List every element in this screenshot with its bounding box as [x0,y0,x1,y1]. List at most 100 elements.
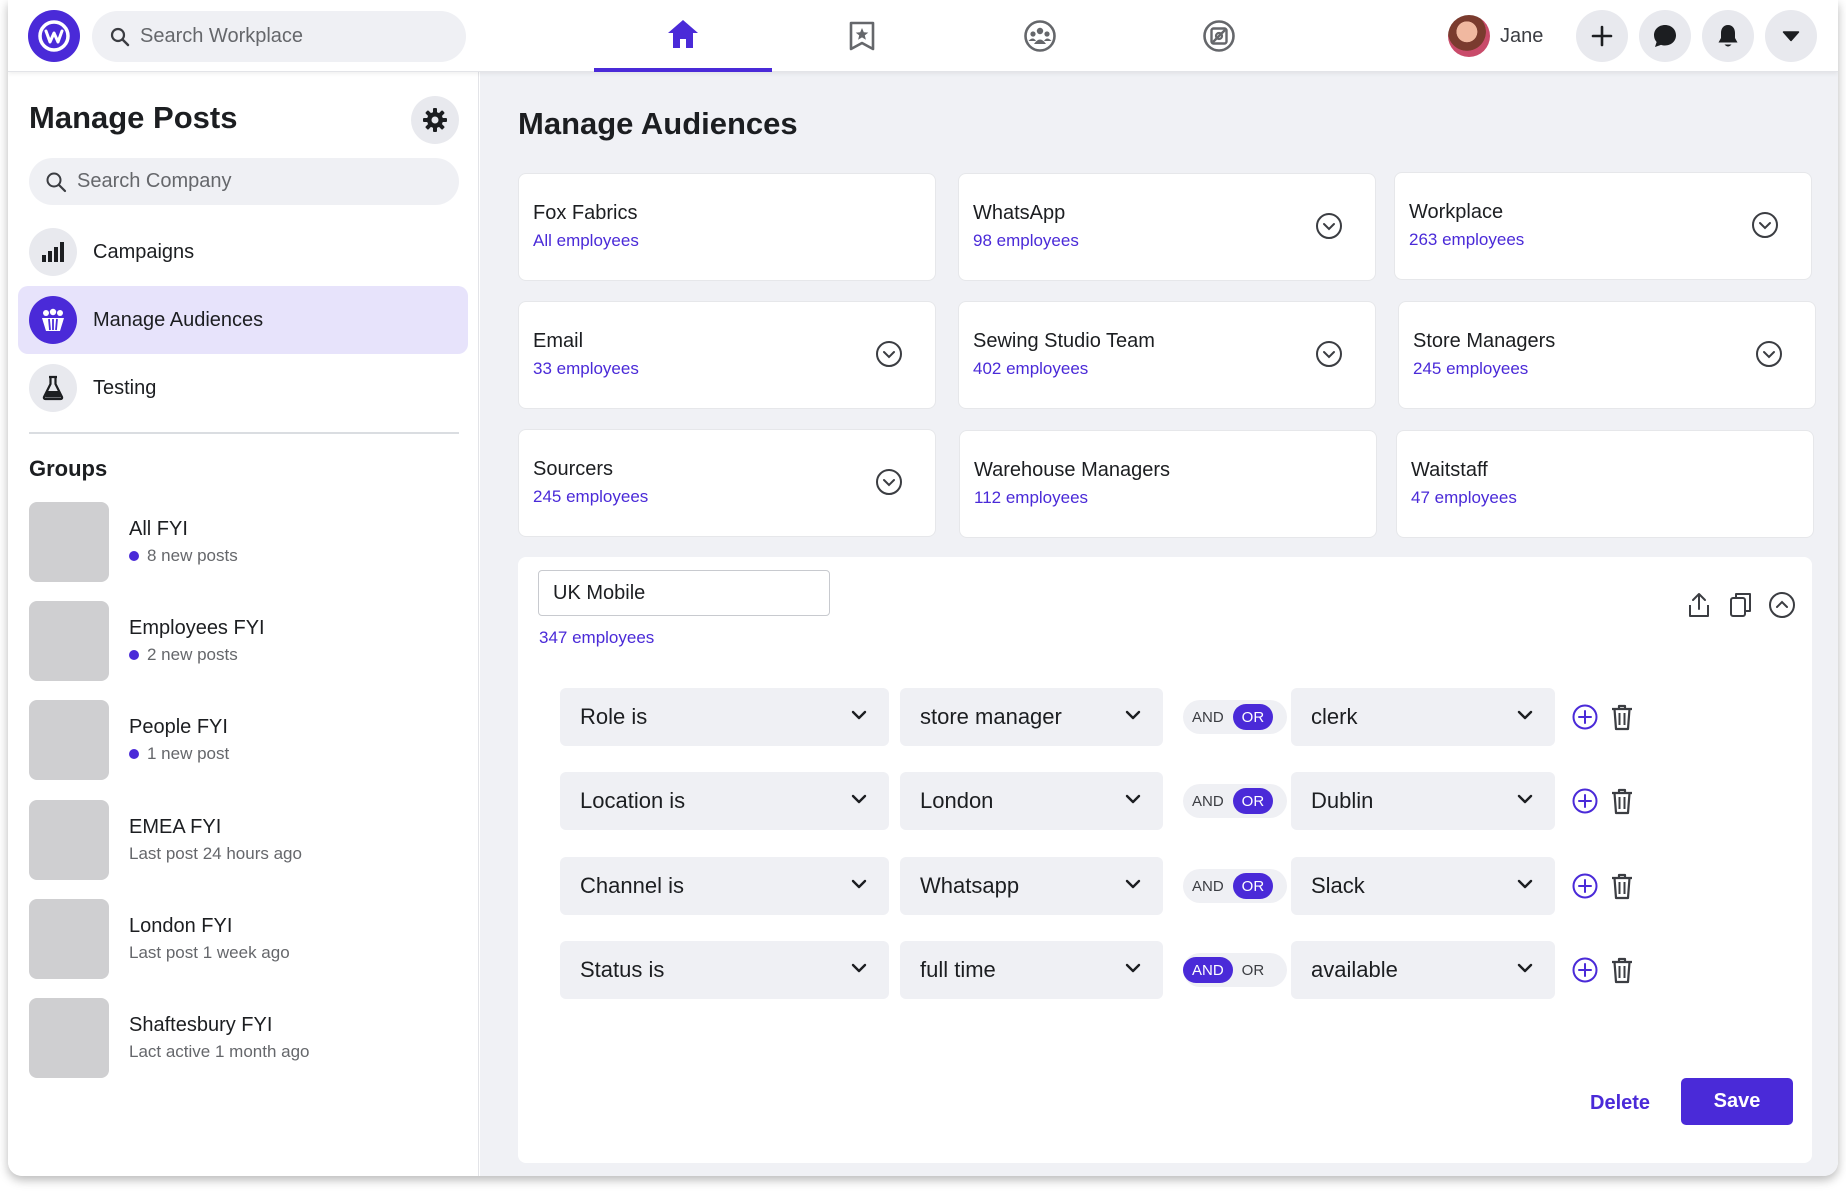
rule-row: Channel is Whatsapp AND OR Slack [560,857,1660,915]
account-menu-button[interactable] [1765,10,1817,62]
tab-bookmarks[interactable] [773,0,951,72]
chat-button[interactable] [1639,10,1691,62]
add-condition-icon[interactable] [1572,704,1598,730]
group-status: Last post 1 week ago [129,943,290,962]
rule-value-select[interactable]: Slack [1291,857,1555,915]
or-option[interactable]: OR [1232,788,1274,814]
audience-card-email[interactable]: Email 33 employees [518,301,936,409]
expand-chevron-icon[interactable] [875,340,903,368]
save-button[interactable]: Save [1681,1078,1793,1125]
and-option[interactable]: AND [1183,704,1233,730]
new-post-dot-icon [129,650,139,660]
new-post-dot-icon [129,551,139,561]
audience-card-whatsapp[interactable]: WhatsApp 98 employees [958,173,1376,281]
page-title: Manage Audiences [518,106,798,141]
group-thumbnail [29,700,109,780]
flask-icon [29,364,77,412]
workplace-logo-icon[interactable] [28,10,80,62]
sidebar-item-testing[interactable]: Testing [18,354,468,422]
select-value: Role is [580,704,648,729]
add-condition-icon[interactable] [1572,957,1598,983]
workplace-search-input[interactable]: Search Workplace [92,11,466,62]
group-name: All FYI [129,518,188,540]
group-status: 2 new posts [147,645,238,664]
tab-groups[interactable] [951,0,1129,72]
trash-icon[interactable] [1610,787,1634,815]
delete-button[interactable]: Delete [1590,1092,1650,1115]
audience-count: 112 employees [974,488,1089,507]
tab-home[interactable] [594,0,772,72]
expand-chevron-icon[interactable] [1755,340,1783,368]
audience-name-input[interactable]: UK Mobile [538,570,830,616]
rule-value-select[interactable]: store manager [900,688,1163,746]
expand-chevron-icon[interactable] [1751,211,1779,239]
rule-value-select[interactable]: Dublin [1291,772,1555,830]
expand-chevron-icon[interactable] [875,468,903,496]
audience-card-fox-fabrics[interactable]: Fox Fabrics All employees [518,173,936,281]
add-condition-icon[interactable] [1572,873,1598,899]
rule-value-select[interactable]: available [1291,941,1555,999]
expand-chevron-icon[interactable] [1315,340,1343,368]
and-or-toggle[interactable]: AND OR [1183,953,1287,987]
audience-count: 47 employees [1411,488,1517,507]
sidebar-item-label: Campaigns [93,240,195,263]
group-item[interactable]: EMEA FYI Last post 24 hours ago [29,800,459,880]
audience-card-warehouse-managers[interactable]: Warehouse Managers 112 employees [959,430,1377,538]
or-option[interactable]: OR [1232,873,1274,899]
sidebar-item-manage-audiences[interactable]: Manage Audiences [18,286,468,354]
rule-field-select[interactable]: Status is [560,941,889,999]
or-option[interactable]: OR [1233,957,1274,983]
audience-card-waitstaff[interactable]: Waitstaff 47 employees [1396,430,1814,538]
select-value: Status is [580,957,665,982]
group-item[interactable]: Shaftesbury FYI Lact active 1 month ago [29,998,459,1078]
group-item[interactable]: All FYI 8 new posts [29,502,459,582]
trash-icon[interactable] [1610,703,1634,731]
and-or-toggle[interactable]: AND OR [1183,869,1287,903]
gear-icon [423,108,447,132]
trash-icon[interactable] [1610,872,1634,900]
group-item[interactable]: People FYI 1 new post [29,700,459,780]
create-button[interactable] [1576,10,1628,62]
bar-chart-icon [29,228,77,276]
groups-heading: Groups [29,456,108,481]
or-option[interactable]: OR [1232,704,1274,730]
audience-name: Waitstaff [1411,459,1488,481]
select-value: Channel is [580,873,684,898]
rule-row: Location is London AND OR Dublin [560,772,1660,830]
rule-field-select[interactable]: Role is [560,688,889,746]
audience-card-store-managers[interactable]: Store Managers 245 employees [1398,301,1816,409]
collapse-chevron-icon[interactable] [1768,591,1796,619]
company-search-input[interactable]: Search Company [29,158,459,205]
and-or-toggle[interactable]: AND OR [1183,784,1287,818]
group-item[interactable]: London FYI Last post 1 week ago [29,899,459,979]
trash-icon[interactable] [1610,956,1634,984]
sidebar: Manage Posts Search Company Campaigns Ma… [8,72,479,1176]
share-icon[interactable] [1686,591,1712,619]
add-condition-icon[interactable] [1572,788,1598,814]
bookmark-star-icon [849,21,875,51]
rule-value-select[interactable]: London [900,772,1163,830]
and-option[interactable]: AND [1183,873,1233,899]
and-option[interactable]: AND [1183,788,1233,814]
settings-button[interactable] [411,96,459,144]
tab-explore[interactable] [1130,0,1308,72]
rule-value-select[interactable]: clerk [1291,688,1555,746]
expand-chevron-icon[interactable] [1315,212,1343,240]
audience-card-workplace[interactable]: Workplace 263 employees [1394,172,1812,280]
notifications-button[interactable] [1702,10,1754,62]
audience-card-sourcers[interactable]: Sourcers 245 employees [518,429,936,537]
app-window: Search Workplace Jane Manage Posts Searc… [8,0,1838,1176]
audience-card-sewing-studio-team[interactable]: Sewing Studio Team 402 employees [958,301,1376,409]
rule-field-select[interactable]: Location is [560,772,889,830]
rule-value-select[interactable]: Whatsapp [900,857,1163,915]
select-value: Slack [1311,873,1365,898]
and-option[interactable]: AND [1183,957,1233,983]
group-item[interactable]: Employees FYI 2 new posts [29,601,459,681]
and-or-toggle[interactable]: AND OR [1183,700,1287,734]
rule-field-select[interactable]: Channel is [560,857,889,915]
rule-value-select[interactable]: full time [900,941,1163,999]
profile-button[interactable]: Jane [1448,14,1543,58]
sidebar-item-campaigns[interactable]: Campaigns [18,218,468,286]
copy-icon[interactable] [1728,591,1754,619]
group-thumbnail [29,601,109,681]
